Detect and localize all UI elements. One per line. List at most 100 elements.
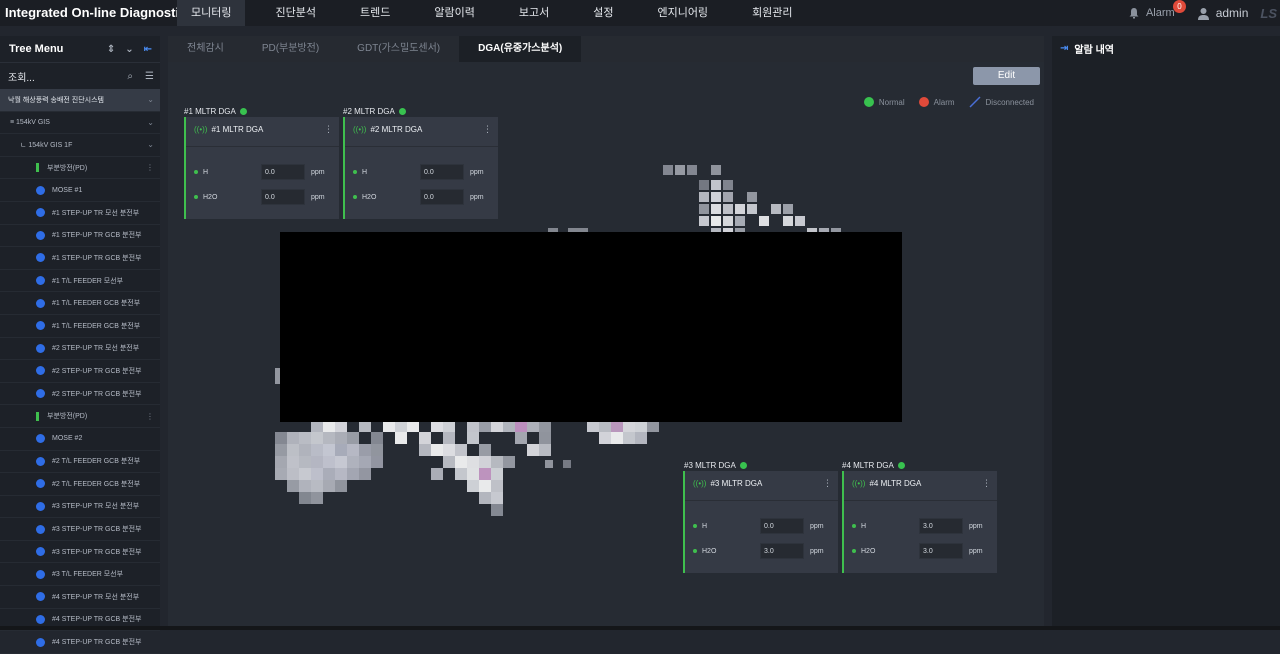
- card-4-label-text: #4 MLTR DGA: [842, 461, 894, 470]
- nav-engineering[interactable]: 엔지니어링: [643, 0, 722, 26]
- measure-name: H: [203, 168, 209, 176]
- kebab-menu-icon[interactable]: ⋮: [146, 163, 160, 172]
- list-icon[interactable]: ☰: [145, 71, 154, 82]
- tree-item-item[interactable]: MOSE #2: [0, 428, 160, 451]
- nav-settings[interactable]: 설정: [579, 0, 627, 26]
- measure-value: 0.0: [760, 518, 804, 534]
- measure-unit: ppm: [311, 168, 325, 176]
- tree-item-item[interactable]: #2 STEP-UP TR 모선 분전부: [0, 338, 160, 361]
- card-divider: [685, 500, 838, 501]
- top-bar: Integrated On-line Diagnostic 모니터링 진단분석 …: [0, 0, 1280, 26]
- kebab-menu-icon[interactable]: ⋮: [823, 478, 832, 489]
- dga-card-3[interactable]: ((•)) #3 MLTR DGA ⋮ H 0.0 ppm H2O 3.0 ppm: [683, 471, 838, 573]
- measure-name: H2O: [702, 547, 717, 555]
- tree-item-root[interactable]: 낙월 해상풍력 송배전 진단시스템 ⌄: [0, 89, 160, 112]
- measure-name: H: [861, 522, 867, 530]
- bottom-scrollbar[interactable]: [0, 626, 1280, 630]
- nav-diagnosis[interactable]: 진단분석: [261, 0, 329, 26]
- tree-item-item[interactable]: MOSE #1: [0, 179, 160, 202]
- tree-item-level1[interactable]: ≡ 154kV GIS ⌄: [0, 112, 160, 135]
- kebab-menu-icon[interactable]: ⋮: [324, 124, 333, 135]
- group-bar-icon: [36, 411, 39, 421]
- sidebar-collapse-icon[interactable]: ⇤: [144, 44, 152, 55]
- status-dot-icon: [852, 524, 856, 528]
- tree-item-item[interactable]: #2 STEP-UP TR GCB 분전부: [0, 360, 160, 383]
- card-4-measure-h2o: H2O 3.0 ppm: [852, 543, 992, 559]
- chevron-down-icon[interactable]: ⌄: [147, 95, 160, 104]
- user-menu[interactable]: admin: [1197, 6, 1249, 20]
- dga-card-4[interactable]: ((•)) #4 MLTR DGA ⋮ H 3.0 ppm H2O 3.0 ppm: [842, 471, 997, 573]
- tree-search-row: 조회... ⌕ ☰: [0, 62, 160, 89]
- tree-item-label: #2 T/L FEEDER GCB 분전부: [52, 458, 141, 466]
- nav-trend[interactable]: 트렌드: [346, 0, 404, 26]
- measure-value: 3.0: [919, 543, 963, 559]
- panel-expand-icon[interactable]: ⇥: [1060, 43, 1068, 54]
- kebab-menu-icon[interactable]: ⋮: [483, 124, 492, 135]
- user-name: admin: [1215, 6, 1249, 20]
- tree-item-item[interactable]: #2 STEP-UP TR GCB 분전부: [0, 383, 160, 406]
- tree-item-item[interactable]: #4 STEP-UP TR 모선 분전부: [0, 586, 160, 609]
- collapse-all-icon[interactable]: ⌄: [125, 44, 133, 55]
- alarm-button[interactable]: Alarm 0: [1128, 0, 1186, 19]
- tree-item-item[interactable]: #3 STEP-UP TR GCB 분전부: [0, 541, 160, 564]
- tab-gdt[interactable]: GDT(가스밀도센서): [338, 36, 459, 62]
- top-right-area: Alarm 0 admin LS: [1128, 0, 1280, 26]
- kebab-menu-icon[interactable]: ⋮: [982, 478, 991, 489]
- tree-item-label: #2 STEP-UP TR GCB 분전부: [52, 367, 142, 375]
- tree-item-group[interactable]: 부분방전(PD) ⋮: [0, 157, 160, 180]
- nav-alarm-history[interactable]: 알람이력: [420, 0, 488, 26]
- sensor-dot-icon: [36, 298, 45, 308]
- sensor-dot-icon: [36, 389, 45, 399]
- tree-item-group[interactable]: 부분방전(PD) ⋮: [0, 405, 160, 428]
- card-3-title-text: #3 MLTR DGA: [710, 479, 763, 488]
- tree-item-item[interactable]: #1 T/L FEEDER GCB 분전부: [0, 292, 160, 315]
- card-1-title-text: #1 MLTR DGA: [211, 125, 264, 134]
- tree-item-level2[interactable]: ㄴ 154kV GIS 1F ⌄: [0, 134, 160, 157]
- kebab-menu-icon[interactable]: ⋮: [146, 412, 160, 421]
- card-2-label-text: #2 MLTR DGA: [343, 107, 395, 116]
- tab-pd[interactable]: PD(부분방전): [243, 36, 338, 62]
- nav-monitoring[interactable]: 모니터링: [177, 0, 246, 26]
- nav-report[interactable]: 보고서: [505, 0, 563, 26]
- tree-item-item[interactable]: #2 T/L FEEDER GCB 분전부: [0, 473, 160, 496]
- tree-item-label: #1 STEP-UP TR 모선 분전부: [52, 209, 140, 217]
- tree-item-item[interactable]: #1 STEP-UP TR GCB 분전부: [0, 225, 160, 248]
- tree-item-label: 부분방전(PD): [47, 413, 88, 421]
- measure-value: 0.0: [420, 189, 464, 205]
- tree-item-item[interactable]: #3 STEP-UP TR 모선 분전부: [0, 496, 160, 519]
- dga-card-2[interactable]: ((•)) #2 MLTR DGA ⋮ H 0.0 ppm H2O 0.0 ppm: [343, 117, 498, 219]
- card-4-title: ((•)) #4 MLTR DGA: [852, 479, 921, 488]
- chevron-down-icon[interactable]: ⌄: [147, 118, 160, 127]
- tree-item-item[interactable]: #1 STEP-UP TR GCB 분전부: [0, 247, 160, 270]
- measure-unit: ppm: [470, 193, 484, 201]
- nav-members[interactable]: 회원관리: [738, 0, 806, 26]
- tree-search-input[interactable]: 조회...: [8, 69, 35, 84]
- chevron-down-icon[interactable]: ⌄: [147, 140, 160, 149]
- card-3-measure-h2o: H2O 3.0 ppm: [693, 543, 833, 559]
- sensor-dot-icon: [36, 253, 45, 263]
- status-dot-icon: [239, 108, 247, 115]
- search-icon[interactable]: ⌕: [127, 71, 133, 82]
- alarm-label: Alarm: [1145, 7, 1175, 19]
- tree-item-item[interactable]: #1 T/L FEEDER GCB 분전부: [0, 315, 160, 338]
- tab-dga[interactable]: DGA(유중가스분석): [459, 36, 582, 62]
- tree-item-item[interactable]: #4 STEP-UP TR GCB 분전부: [0, 631, 160, 654]
- measure-value: 0.0: [261, 164, 305, 180]
- tree-item-item[interactable]: #2 T/L FEEDER GCB 분전부: [0, 451, 160, 474]
- tree-item-label: #3 STEP-UP TR GCB 분전부: [52, 548, 142, 556]
- sensor-dot-icon: [36, 592, 45, 602]
- tree-item-item[interactable]: #1 STEP-UP TR 모선 분전부: [0, 202, 160, 225]
- sensor-dot-icon: [36, 479, 45, 489]
- tree-item-label: 부분방전(PD): [47, 164, 88, 172]
- tree-item-item[interactable]: #1 T/L FEEDER 모선부: [0, 270, 160, 293]
- card-divider: [844, 500, 997, 501]
- expand-collapse-icon[interactable]: ⇕: [107, 44, 115, 55]
- dga-card-1[interactable]: ((•)) #1 MLTR DGA ⋮ H 0.0 ppm H2O 0.0 ppm: [184, 117, 339, 219]
- tab-overview[interactable]: 전체감시: [168, 36, 243, 62]
- user-icon: [1197, 7, 1209, 20]
- sensor-dot-icon: [36, 456, 45, 466]
- card-3-title: ((•)) #3 MLTR DGA: [693, 479, 762, 488]
- tree-item-item[interactable]: #3 T/L FEEDER 모선부: [0, 563, 160, 587]
- tree-item-item[interactable]: #3 STEP-UP TR GCB 분전부: [0, 518, 160, 541]
- measure-unit: ppm: [969, 522, 983, 530]
